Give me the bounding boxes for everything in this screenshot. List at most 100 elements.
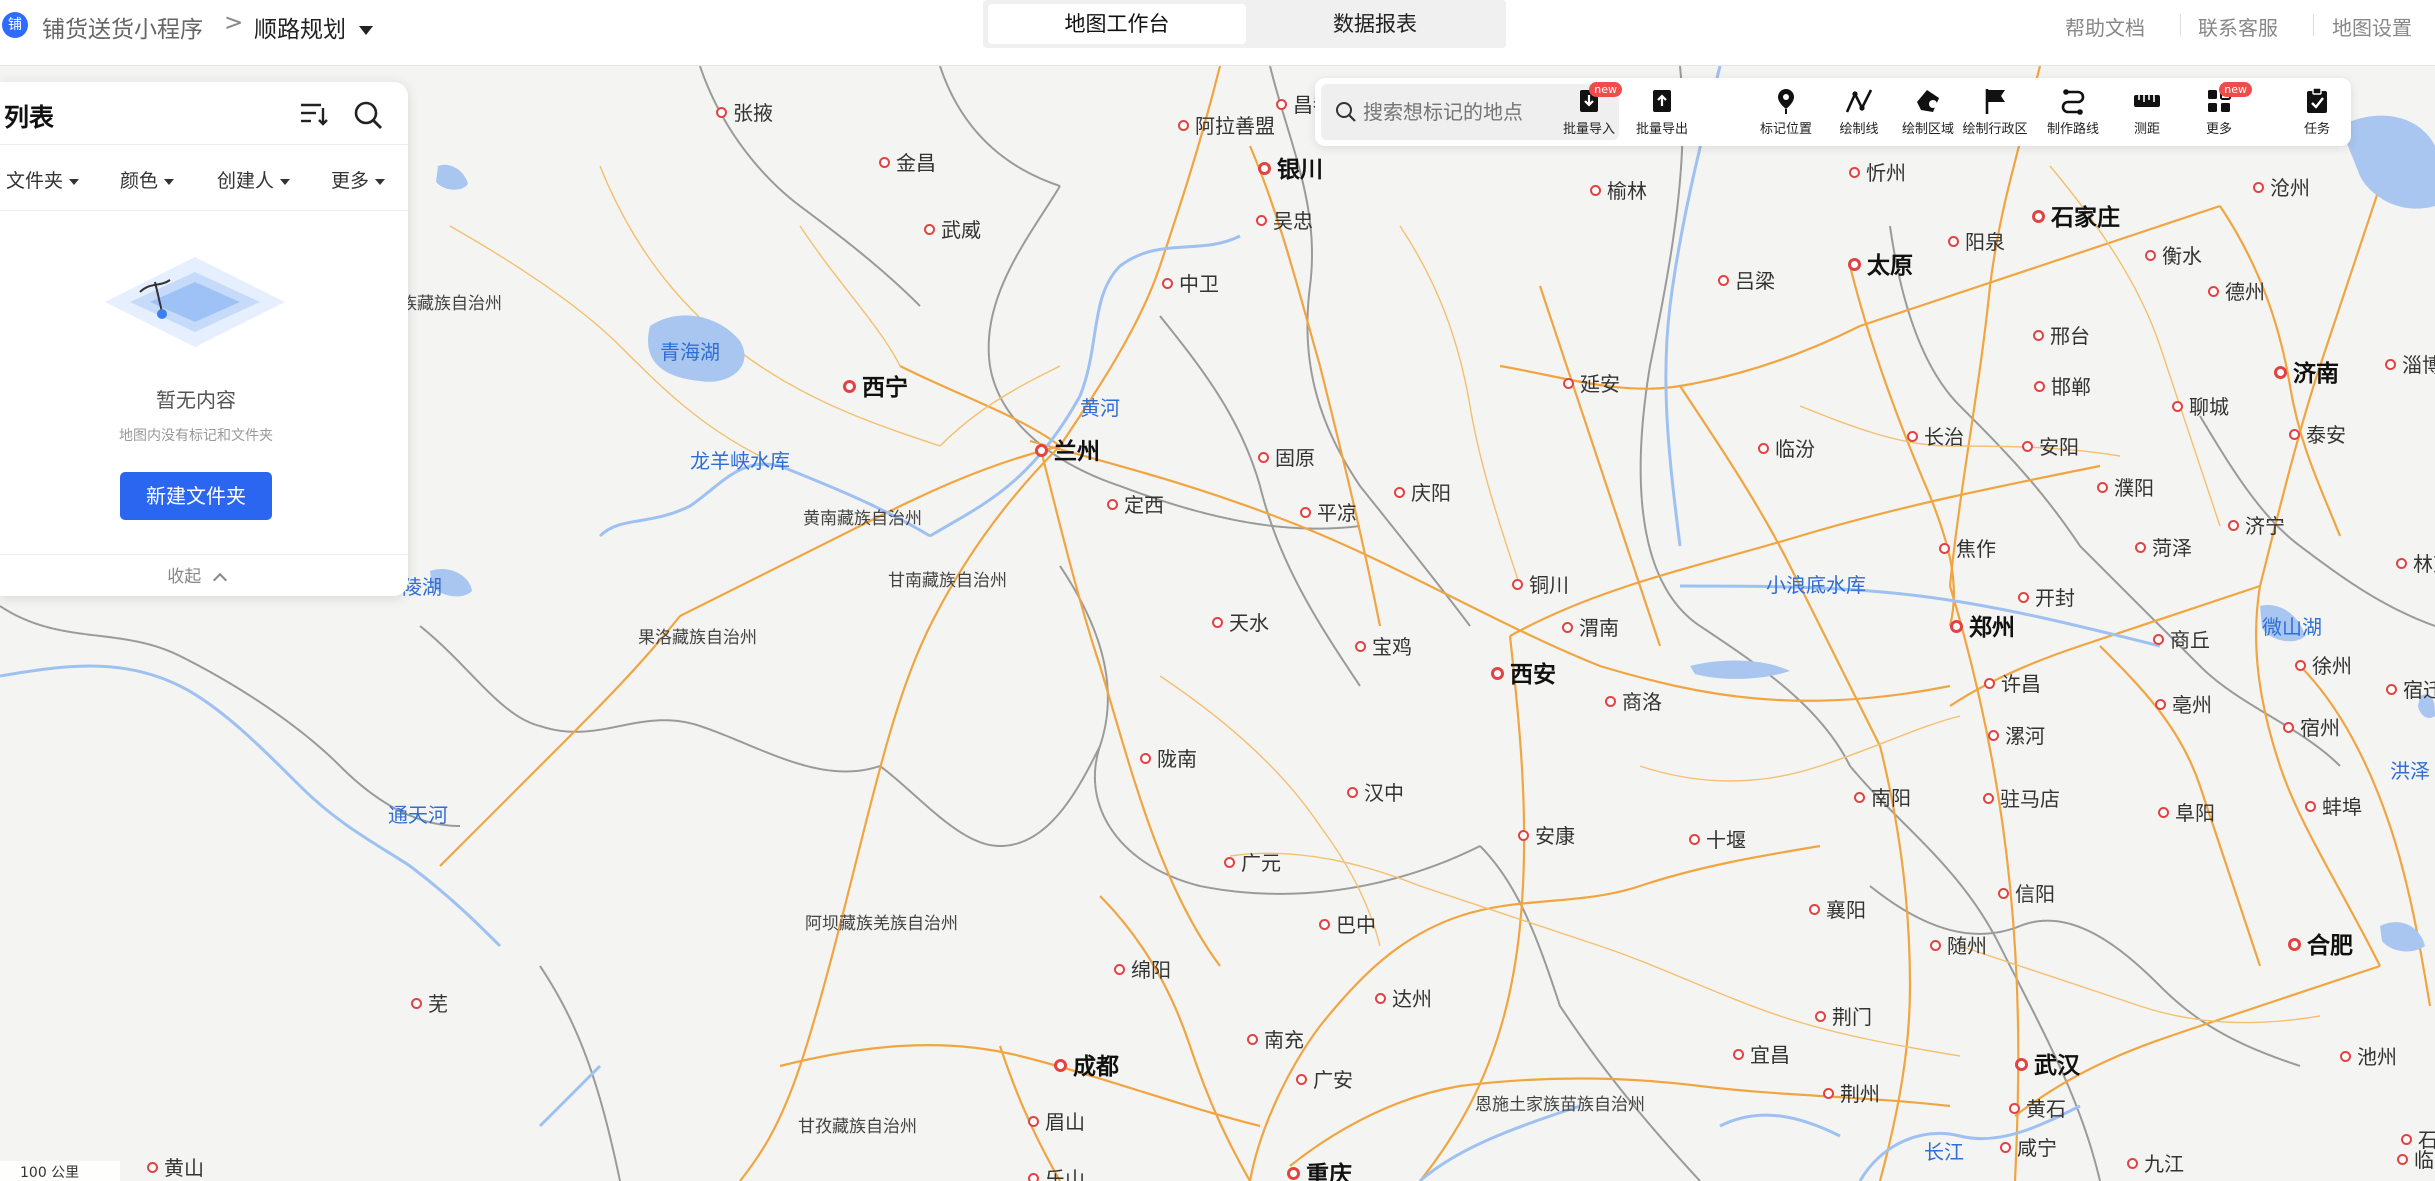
city-label-text: 黄石 xyxy=(2026,1097,2066,1121)
filter-folder[interactable]: 文件夹 xyxy=(6,166,80,193)
city-label: 商洛 xyxy=(1605,690,1662,714)
city-label: 邢台 xyxy=(2033,324,2090,348)
tool-draw-area[interactable]: 绘制区域 xyxy=(1893,84,1963,142)
city-label-text: 襄阳 xyxy=(1826,898,1866,922)
tab-map-workbench[interactable]: 地图工作台 xyxy=(988,4,1246,44)
city-label: 亳州 xyxy=(2155,693,2212,717)
city-label-text: 张掖 xyxy=(733,101,773,125)
city-label: 广安 xyxy=(1296,1068,1353,1092)
water-label-text: 龙羊峡水库 xyxy=(690,449,790,473)
tool-ruler[interactable]: 测距 xyxy=(2112,84,2182,142)
city-label-text: 延安 xyxy=(1580,372,1620,396)
city-label: 林芝 xyxy=(2396,552,2435,576)
city-dot-icon xyxy=(2000,1142,2011,1153)
capital-label-text: 石家庄 xyxy=(2051,205,2120,231)
city-dot-icon xyxy=(1809,904,1820,915)
city-label-text: 池州 xyxy=(2357,1045,2397,1069)
city-label-text: 邯郸 xyxy=(2051,375,2091,399)
filter-creator[interactable]: 创建人 xyxy=(217,166,291,193)
city-dot-icon xyxy=(2135,542,2146,553)
flag-icon xyxy=(1960,86,2030,116)
city-dot-icon xyxy=(1854,792,1865,803)
city-label-text: 阜阳 xyxy=(2175,801,2215,825)
tool-pin[interactable]: 标记位置 xyxy=(1751,84,1821,142)
filter-label: 颜色 xyxy=(120,170,159,192)
city-label-text: 林芝 xyxy=(2413,552,2435,576)
city-label-text: 武威 xyxy=(941,218,981,242)
top-bar: 铺 铺货送货小程序 > 顺路规划 地图工作台 数据报表 帮助文档 联系客服 地图… xyxy=(0,0,2435,66)
city-dot-icon xyxy=(2033,330,2044,341)
collapse-button[interactable]: 收起 xyxy=(0,562,392,588)
filter-more[interactable]: 更多 xyxy=(331,166,386,193)
city-label: 衡水 xyxy=(2145,244,2202,268)
search-icon[interactable] xyxy=(353,100,383,130)
project-dropdown[interactable]: 顺路规划 xyxy=(254,10,374,44)
filter-label: 创建人 xyxy=(217,170,275,192)
city-dot-icon xyxy=(1605,696,1616,707)
divider xyxy=(0,144,408,145)
breadcrumb-app-name[interactable]: 铺货送货小程序 xyxy=(42,10,203,44)
tool-draw-line[interactable]: 绘制线 xyxy=(1824,84,1894,142)
map-settings-link[interactable]: 地图设置 xyxy=(2332,12,2412,41)
region-label: 果洛藏族自治州 xyxy=(638,626,757,650)
city-label: 汉中 xyxy=(1347,781,1404,805)
city-label: 渭南 xyxy=(1562,616,1619,640)
capital-label: 兰州 xyxy=(1035,440,1100,464)
sort-icon[interactable] xyxy=(299,100,329,128)
city-dot-icon xyxy=(1178,120,1189,131)
city-label-text: 榆林 xyxy=(1607,179,1647,203)
city-dot-icon xyxy=(1491,667,1504,680)
city-label: 吕梁 xyxy=(1718,269,1775,293)
region-label: 阿坝藏族羌族自治州 xyxy=(805,912,958,936)
filter-color[interactable]: 颜色 xyxy=(120,166,175,193)
water-label-text: 洪泽 xyxy=(2390,759,2430,783)
tool-label: 绘制区域 xyxy=(1901,122,1954,137)
city-dot-icon xyxy=(1988,730,1999,741)
city-label-text: 焦作 xyxy=(1956,537,1996,561)
capital-label-text: 兰州 xyxy=(1054,439,1100,465)
tool-task[interactable]: 任务 xyxy=(2282,84,2352,142)
tool-flag[interactable]: 绘制行政区 xyxy=(1960,84,2030,142)
city-label-text: 庆阳 xyxy=(1411,481,1451,505)
tool-import[interactable]: 批量导入 new xyxy=(1554,82,1624,142)
city-label: 驻马店 xyxy=(1983,787,2060,811)
new-folder-button[interactable]: 新建文件夹 xyxy=(120,472,272,520)
city-dot-icon xyxy=(2022,441,2033,452)
city-label: 天水 xyxy=(1212,611,1269,635)
water-label: 陵湖 xyxy=(402,575,442,599)
breadcrumb-separator: > xyxy=(224,10,244,36)
view-tabs: 地图工作台 数据报表 xyxy=(983,0,1506,48)
city-label-text: 宿迁 xyxy=(2403,678,2435,702)
route-icon xyxy=(2038,86,2108,116)
region-label: 族藏族自治州 xyxy=(400,292,502,316)
city-label: 濮阳 xyxy=(2097,476,2154,500)
city-label: 黄石 xyxy=(2009,1097,2066,1121)
city-dot-icon xyxy=(1689,834,1700,845)
empty-description: 地图内没有标记和文件夹 xyxy=(119,428,273,444)
tool-grid[interactable]: 更多 new xyxy=(2184,82,2254,142)
export-icon xyxy=(1627,86,1697,116)
city-dot-icon xyxy=(2155,699,2166,710)
city-label: 菏泽 xyxy=(2135,536,2192,560)
city-label: 达州 xyxy=(1375,987,1432,1011)
tool-export[interactable]: 批量导出 xyxy=(1627,84,1697,142)
city-label-text: 长治 xyxy=(1924,425,1964,449)
region-label-text: 果洛藏族自治州 xyxy=(638,628,757,648)
water-label: 龙羊峡水库 xyxy=(690,449,790,473)
city-dot-icon xyxy=(1054,1059,1067,1072)
city-dot-icon xyxy=(1028,1116,1039,1127)
collapse-label: 收起 xyxy=(167,567,202,587)
city-dot-icon xyxy=(1848,258,1861,271)
contact-support-link[interactable]: 联系客服 xyxy=(2198,12,2278,41)
filter-label: 更多 xyxy=(331,170,370,192)
city-label-text: 渭南 xyxy=(1579,616,1619,640)
city-label-text: 陇南 xyxy=(1157,747,1197,771)
city-dot-icon xyxy=(1815,1011,1826,1022)
tool-route[interactable]: 制作路线 xyxy=(2038,84,2108,142)
help-docs-link[interactable]: 帮助文档 xyxy=(2065,12,2145,41)
tab-data-report[interactable]: 数据报表 xyxy=(1249,4,1501,44)
city-label-text: 达州 xyxy=(1392,987,1432,1011)
city-label-text: 济宁 xyxy=(2245,514,2285,538)
city-label-text: 天水 xyxy=(1229,611,1269,635)
capital-label: 西安 xyxy=(1491,663,1556,687)
